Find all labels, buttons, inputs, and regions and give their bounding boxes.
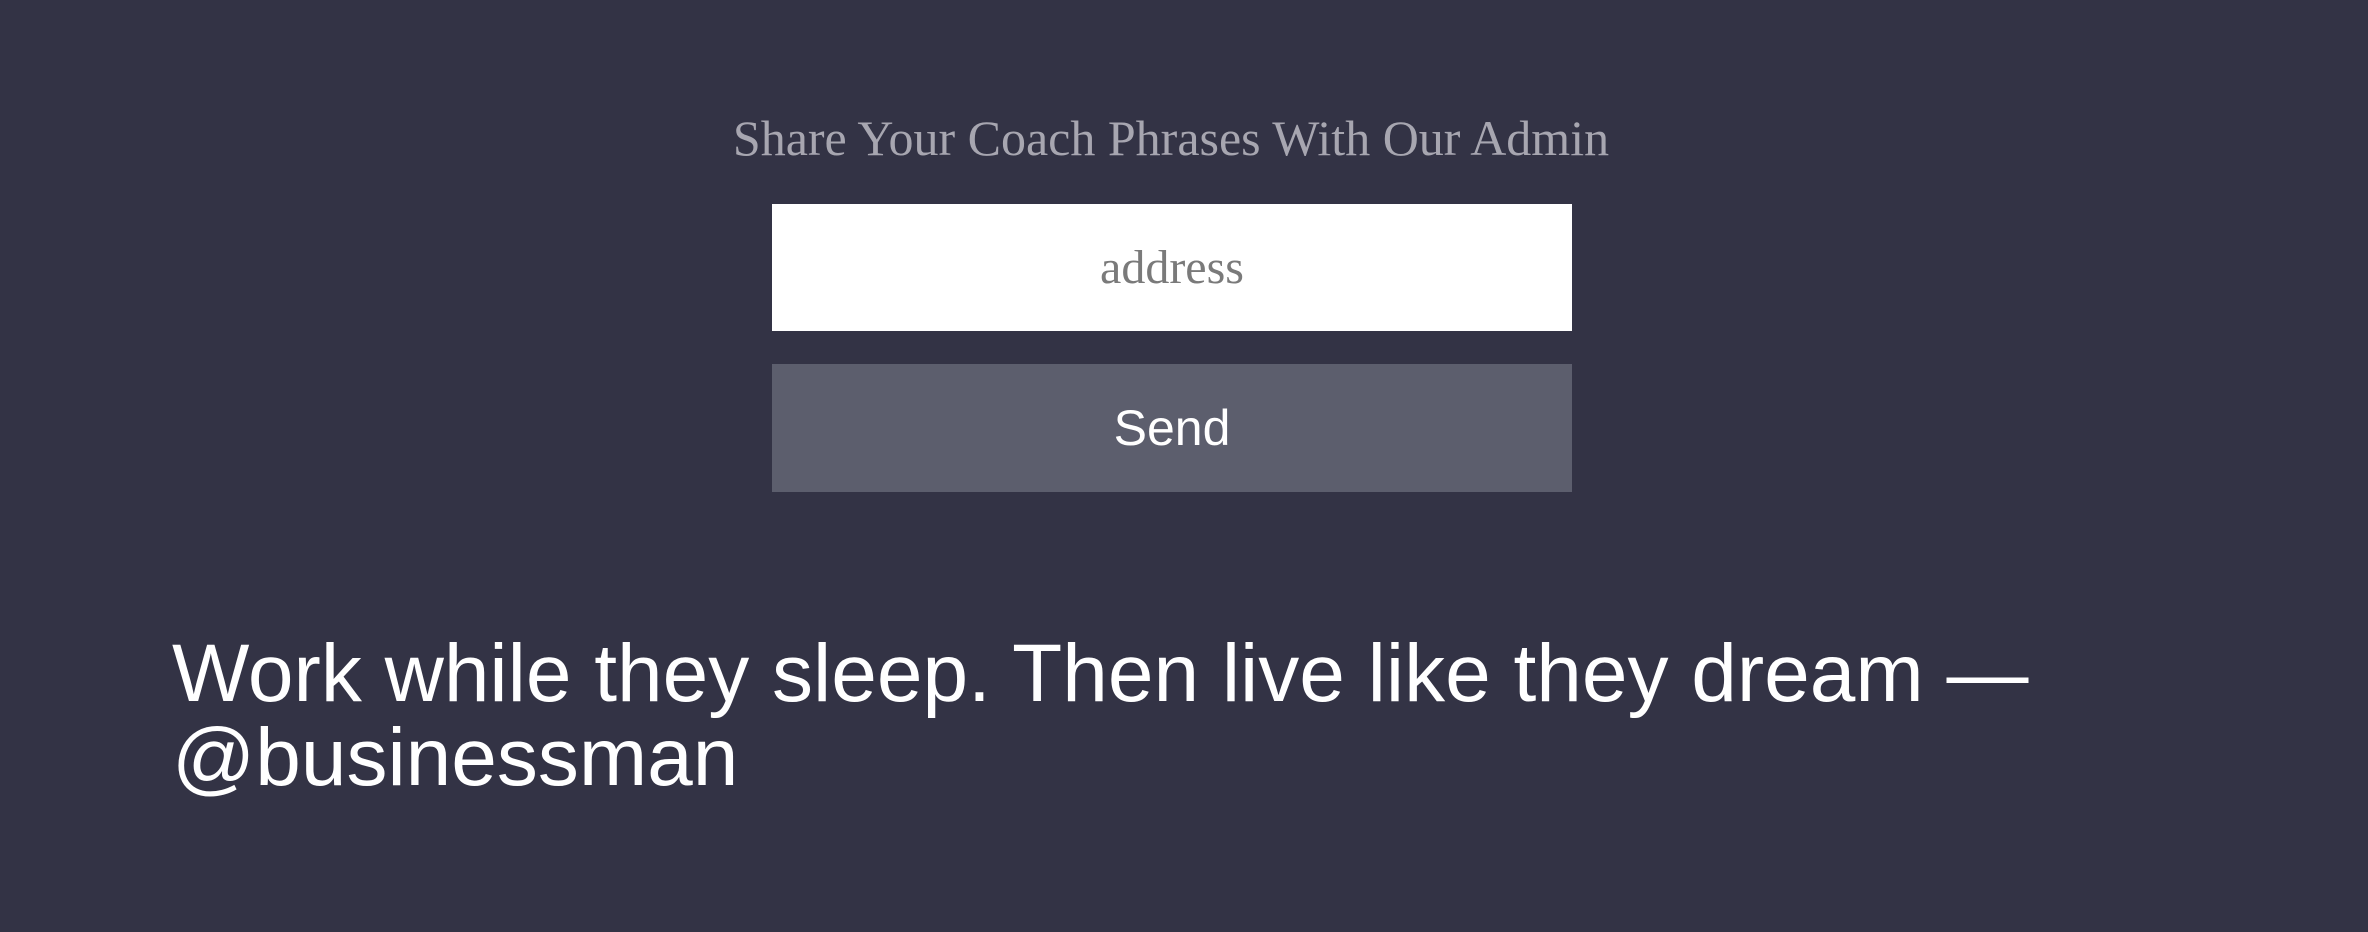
send-button[interactable]: Send: [772, 364, 1572, 492]
form-heading: Share Your Coach Phrases With Our Admin: [732, 110, 1610, 166]
address-input[interactable]: [772, 204, 1572, 331]
quote-text: Work while they sleep. Then live like th…: [172, 628, 2029, 803]
